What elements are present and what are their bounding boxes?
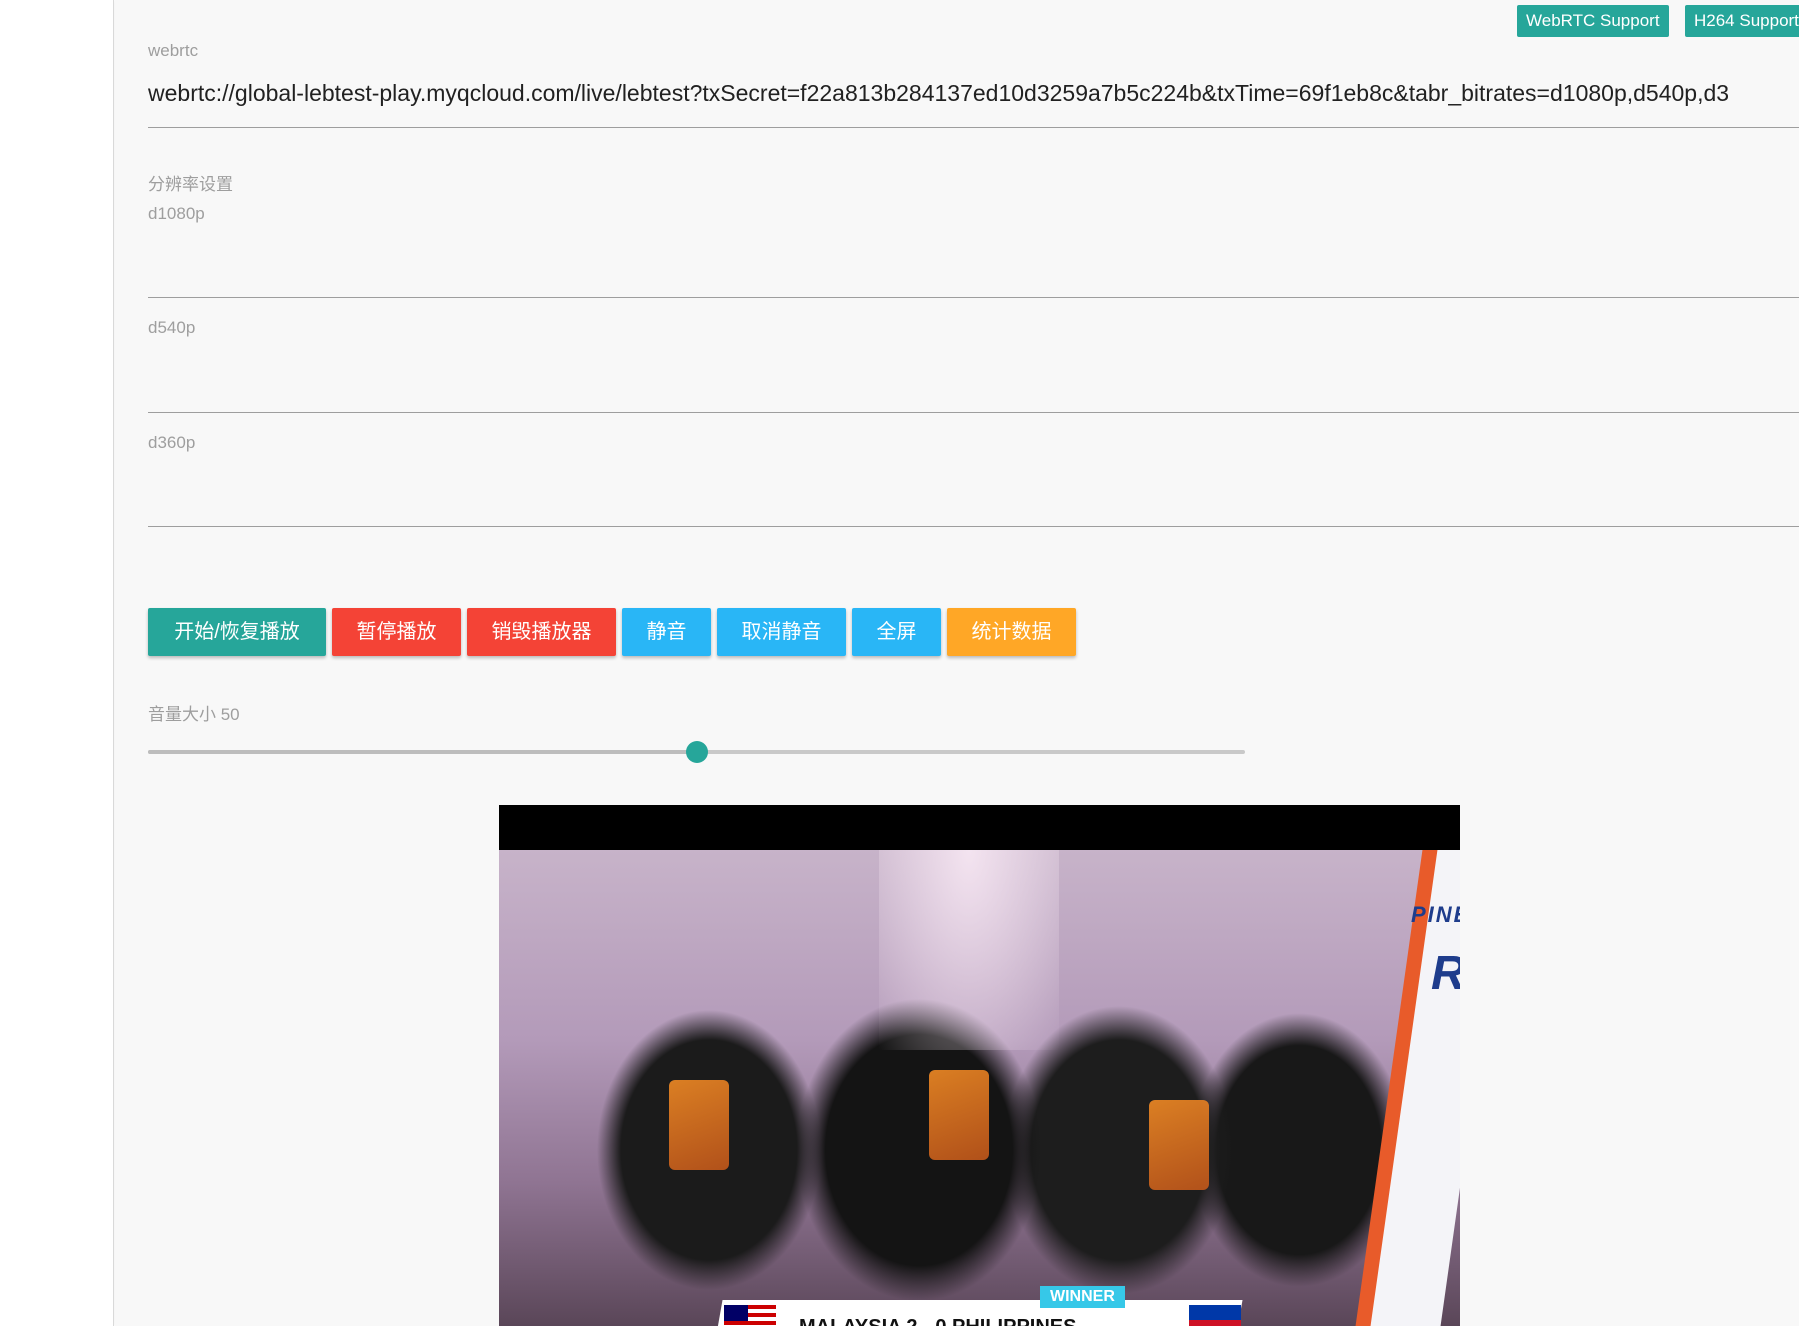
play-resume-button[interactable]: 开始/恢复播放 <box>148 608 326 656</box>
jersey-accent <box>1149 1100 1209 1190</box>
volume-slider-fill <box>148 750 697 754</box>
h264-support-badge: H264 Support <box>1685 5 1799 37</box>
url-field-label: webrtc <box>148 41 199 60</box>
philippines-flag-icon <box>1189 1305 1241 1326</box>
malaysia-flag-canton <box>724 1305 748 1321</box>
fullscreen-button[interactable]: 全屏 <box>852 608 941 656</box>
volume-label: 音量大小 50 <box>148 705 240 724</box>
winner-tag: WINNER <box>1040 1286 1125 1308</box>
pause-button[interactable]: 暂停播放 <box>332 608 461 656</box>
url-input-underline <box>148 127 1799 128</box>
destroy-player-button[interactable]: 销毁播放器 <box>467 608 616 656</box>
d540p-field-label: d540p <box>148 318 196 337</box>
stage-light <box>879 850 1059 1050</box>
main-panel: WebRTC Support H264 Support webrtc webrt… <box>115 0 1799 1326</box>
d1080p-input-underline <box>148 297 1799 298</box>
stats-button[interactable]: 统计数据 <box>947 608 1076 656</box>
scoreboard-text: MALAYSIA 2 - 0 PHILIPPINES <box>799 1316 1076 1326</box>
url-input[interactable]: webrtc://global-lebtest-play.myqcloud.co… <box>148 80 1729 107</box>
stage-banner-text: PINE <box>1411 902 1460 927</box>
stage-banner-letter: R <box>1431 946 1460 1001</box>
webrtc-support-badge: WebRTC Support <box>1517 5 1669 37</box>
resolution-section-label: 分辨率设置 <box>148 175 233 194</box>
left-gutter <box>0 0 114 1326</box>
jersey-accent <box>929 1070 989 1160</box>
d540p-input-underline <box>148 412 1799 413</box>
d1080p-field-label: d1080p <box>148 204 205 223</box>
video-player[interactable]: PINE R WINNER MALAYSIA 2 - 0 PHILIPPINES <box>499 805 1460 1326</box>
video-frame: PINE R WINNER MALAYSIA 2 - 0 PHILIPPINES <box>499 850 1460 1326</box>
d360p-input-underline <box>148 526 1799 527</box>
unmute-button[interactable]: 取消静音 <box>717 608 846 656</box>
volume-slider-thumb[interactable] <box>685 741 708 763</box>
jersey-accent <box>669 1080 729 1170</box>
mute-button[interactable]: 静音 <box>622 608 711 656</box>
d360p-field-label: d360p <box>148 433 196 452</box>
